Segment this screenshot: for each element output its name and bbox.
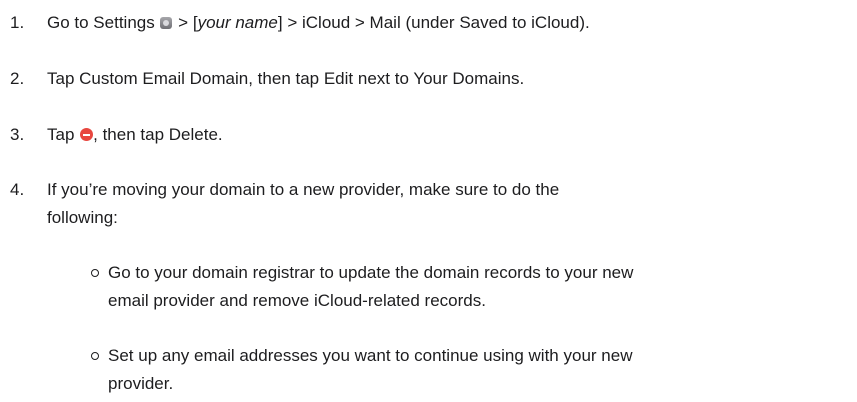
step-number: 4. <box>10 180 25 199</box>
step-text-line-2: following: <box>47 208 118 227</box>
hollow-bullet-icon <box>91 269 99 277</box>
sub-item-text: Go to your domain registrar to update th… <box>108 259 848 315</box>
hollow-bullet-icon <box>91 352 99 360</box>
sub-item-line-2: provider. <box>108 374 174 393</box>
step-text-prefix: Go to Settings <box>47 13 160 32</box>
step-number: 3. <box>10 125 25 144</box>
step-text-middle: > [ <box>173 13 198 32</box>
sub-item-text: Set up any email addresses you want to c… <box>108 342 848 398</box>
settings-gear-icon <box>160 17 173 29</box>
step-text-prefix: Tap <box>47 125 80 144</box>
sub-item-line-2: email provider and remove iCloud-related… <box>108 291 486 310</box>
sub-item-line-1: Set up any email addresses you want to c… <box>108 346 633 365</box>
step-text: If you’re moving your domain to a new pr… <box>47 176 847 232</box>
step-text: Tap Custom Email Domain, then tap Edit n… <box>47 69 525 88</box>
step-text-suffix: ] > iCloud > Mail (under Saved to iCloud… <box>277 13 590 32</box>
delete-icon <box>80 128 94 141</box>
step-text-line-1: If you’re moving your domain to a new pr… <box>47 180 560 199</box>
step-text: Go to Settings > [your name] > iCloud > … <box>47 9 847 37</box>
step-number: 2. <box>10 69 25 88</box>
sub-item-line-1: Go to your domain registrar to update th… <box>108 263 634 282</box>
step-text-emphasis: your name <box>197 13 278 32</box>
step-text: Tap , then tap Delete. <box>47 121 847 149</box>
step-text-suffix: , then tap Delete. <box>93 125 223 144</box>
instruction-list: 1. Go to Settings > [your name] > iCloud… <box>0 0 857 402</box>
step-number: 1. <box>10 13 25 32</box>
